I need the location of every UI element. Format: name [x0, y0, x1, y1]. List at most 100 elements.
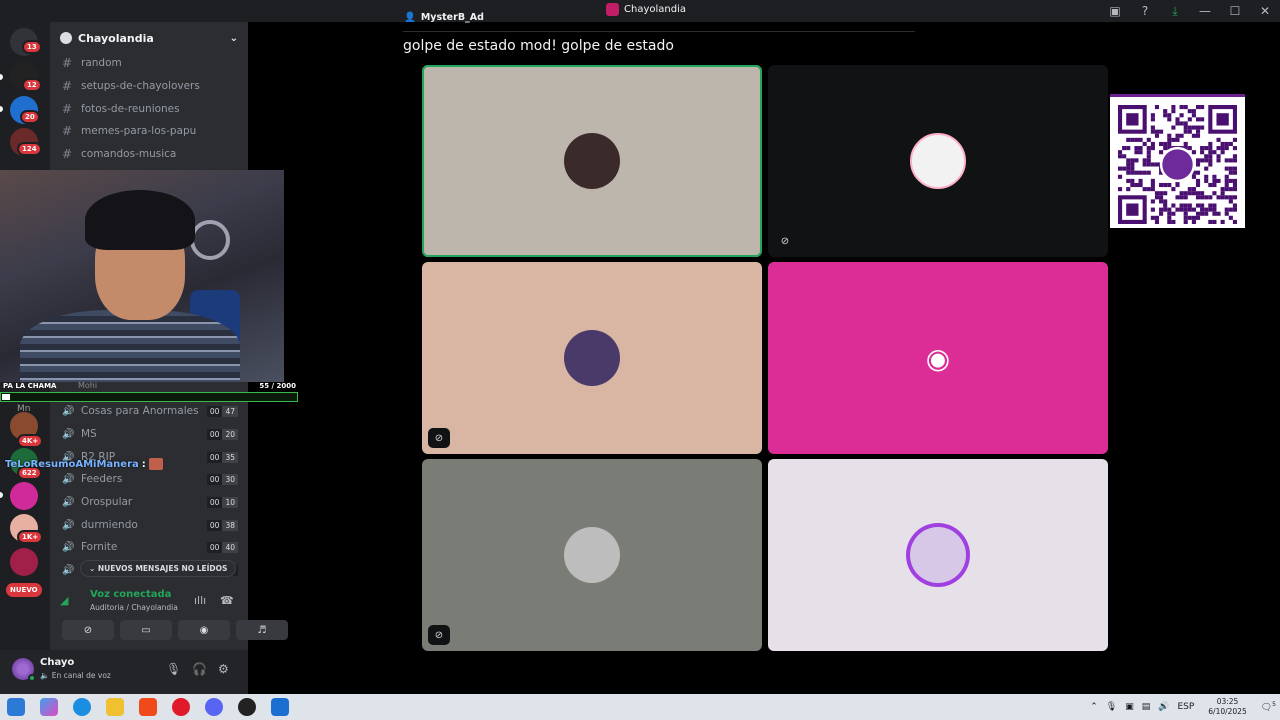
notifications-icon[interactable]: 🗨5 — [1261, 701, 1276, 713]
participant-tile[interactable]: ⊘ — [422, 262, 762, 454]
network-icon[interactable]: ▤ — [1142, 702, 1151, 712]
server-header[interactable]: Chayolandia ⌄ — [50, 22, 248, 54]
monitor-icon[interactable]: ▣ — [1125, 702, 1134, 712]
language-indicator[interactable]: ESP — [1177, 702, 1194, 712]
user-limit-value: 10 — [222, 496, 238, 508]
avatar[interactable] — [12, 658, 36, 682]
user-name: Chayo — [40, 657, 75, 668]
webcam-overlay — [0, 170, 284, 382]
participant-tile[interactable] — [768, 459, 1108, 651]
channel-comandos[interactable]: # comandos-musica — [58, 143, 242, 165]
voice-status[interactable]: Voz conectada — [90, 589, 171, 600]
channel-random[interactable]: # random — [58, 52, 242, 74]
screen-share-button[interactable]: ▭ — [120, 620, 172, 640]
participant-tile[interactable]: ◉ — [768, 262, 1108, 454]
clock-date: 6/10/2025 — [1208, 707, 1247, 716]
participant-tile[interactable]: ⊘ — [422, 459, 762, 651]
voice-channel[interactable]: 🔊 Fornite 00 40 — [58, 536, 242, 558]
discord-server-icon — [606, 3, 619, 16]
participant-tile[interactable]: ⊘ — [768, 65, 1108, 257]
discord-icon[interactable] — [205, 698, 223, 716]
file-explorer-icon[interactable] — [106, 698, 124, 716]
voice-channel-label: MS — [81, 428, 97, 440]
hash-icon: # — [62, 79, 73, 93]
voice-channel-label: Feeders — [81, 473, 123, 485]
minimize-button[interactable]: — — [1190, 0, 1220, 22]
voice-channel[interactable]: 🔊 Orospular 00 10 — [58, 491, 242, 513]
brave-icon[interactable] — [139, 698, 157, 716]
user-panel: Chayo 🔈 En canal de voz 🎙 🎧 ⚙ — [0, 650, 248, 694]
hash-icon: # — [62, 102, 73, 116]
chevron-up-icon[interactable]: ⌃ — [1090, 702, 1098, 712]
volume-icon[interactable]: 🔊 — [1158, 702, 1169, 712]
badge: 124 — [17, 142, 42, 156]
voice-channel[interactable]: 🔊 MS 00 20 — [58, 423, 242, 445]
microphone-icon[interactable]: 🎙 — [166, 662, 181, 676]
server-icon[interactable] — [10, 482, 38, 510]
maximize-button[interactable]: ☐ — [1220, 0, 1250, 22]
voice-channel-label: Cosas para Anormales — [81, 405, 199, 417]
headphones-icon[interactable]: 🎧 — [192, 662, 207, 676]
windows-start-icon[interactable] — [7, 698, 25, 716]
clock[interactable]: 03:25 6/10/2025 — [1208, 697, 1246, 717]
user-limit-value: 35 — [222, 451, 238, 463]
user-limit: 00 40 — [206, 541, 238, 553]
server-icon[interactable] — [10, 548, 38, 576]
activity-button[interactable]: ◉ — [178, 620, 230, 640]
new-badge[interactable]: NUEVO — [6, 583, 42, 597]
channel-memes[interactable]: # memes-para-los-papu — [58, 120, 242, 142]
chevron-down-icon: ⌄ — [229, 32, 238, 44]
participant-avatar — [564, 527, 620, 583]
noise-suppression-icon[interactable]: ıllı — [194, 594, 206, 607]
chat-separator: : — [141, 458, 146, 470]
edge-icon[interactable] — [73, 698, 91, 716]
user-count: 00 — [206, 473, 223, 485]
unread-pill — [0, 492, 3, 498]
badge: 4K+ — [17, 434, 44, 448]
goal-progress-fill — [2, 394, 11, 400]
inbox-icon[interactable]: ▣ — [1100, 0, 1130, 22]
badge: 12 — [22, 78, 42, 92]
badge: 1K+ — [17, 530, 44, 544]
speaker-icon: 🔊 — [62, 564, 75, 576]
voice-channel-label: Orospular — [81, 496, 133, 508]
speaker-icon: 🔊 — [62, 496, 75, 508]
settings-gear-icon[interactable]: ⚙ — [218, 662, 229, 676]
participant-avatar — [564, 133, 620, 189]
close-button[interactable]: ✕ — [1250, 0, 1280, 22]
voice-location[interactable]: Auditoria / Chayolandia — [90, 603, 178, 612]
voice-channel[interactable]: 🔊 durmiendo 00 38 — [58, 514, 242, 536]
notification-count: 5 — [1272, 701, 1276, 708]
channel-fotos[interactable]: # fotos-de-reuniones — [58, 98, 242, 120]
user-count: 00 — [206, 428, 223, 440]
online-status-icon — [28, 674, 36, 682]
user-limit: 00 47 — [206, 405, 238, 417]
user-count: 00 — [206, 405, 223, 417]
call-user[interactable]: 👤 MysterB_Ad — [404, 12, 484, 23]
app-icon[interactable] — [271, 698, 289, 716]
disconnect-icon[interactable]: ☎ — [220, 594, 234, 607]
participant-tile[interactable] — [422, 65, 762, 257]
user-limit: 00 30 — [206, 473, 238, 485]
soundboard-button[interactable]: ♬ — [236, 620, 288, 640]
voice-connection-panel: ◢ Voz conectada Auditoria / Chayolandia … — [50, 586, 288, 646]
copilot-icon[interactable] — [40, 698, 58, 716]
user-limit: 00 20 — [206, 428, 238, 440]
opera-icon[interactable] — [172, 698, 190, 716]
camera-button[interactable]: ⊘ — [62, 620, 114, 640]
help-icon[interactable]: ? — [1130, 0, 1160, 22]
participant-avatar — [564, 330, 620, 386]
obs-icon[interactable] — [238, 698, 256, 716]
microphone-icon[interactable]: 🎙 — [1106, 702, 1117, 712]
participant-avatar — [910, 527, 966, 583]
download-icon[interactable]: ⤓ — [1160, 0, 1190, 22]
voice-channel[interactable]: 🔊 Feeders 00 30 — [58, 468, 242, 490]
chat-user: TeLoResumoAMiManera — [5, 458, 139, 470]
unread-messages-pill[interactable]: ⌄ NUEVOS MENSAJES NO LEÍDOS — [80, 560, 237, 577]
ring-light — [190, 220, 230, 260]
signal-icon: ◢ — [60, 594, 69, 607]
user-count: 00 — [206, 519, 223, 531]
badge: 13 — [22, 40, 42, 54]
channel-setups[interactable]: # setups-de-chayolovers — [58, 75, 242, 97]
system-tray: ⌃ 🎙 ▣ ▤ 🔊 ESP 03:25 6/10/2025 🗨5 — [1086, 694, 1280, 720]
